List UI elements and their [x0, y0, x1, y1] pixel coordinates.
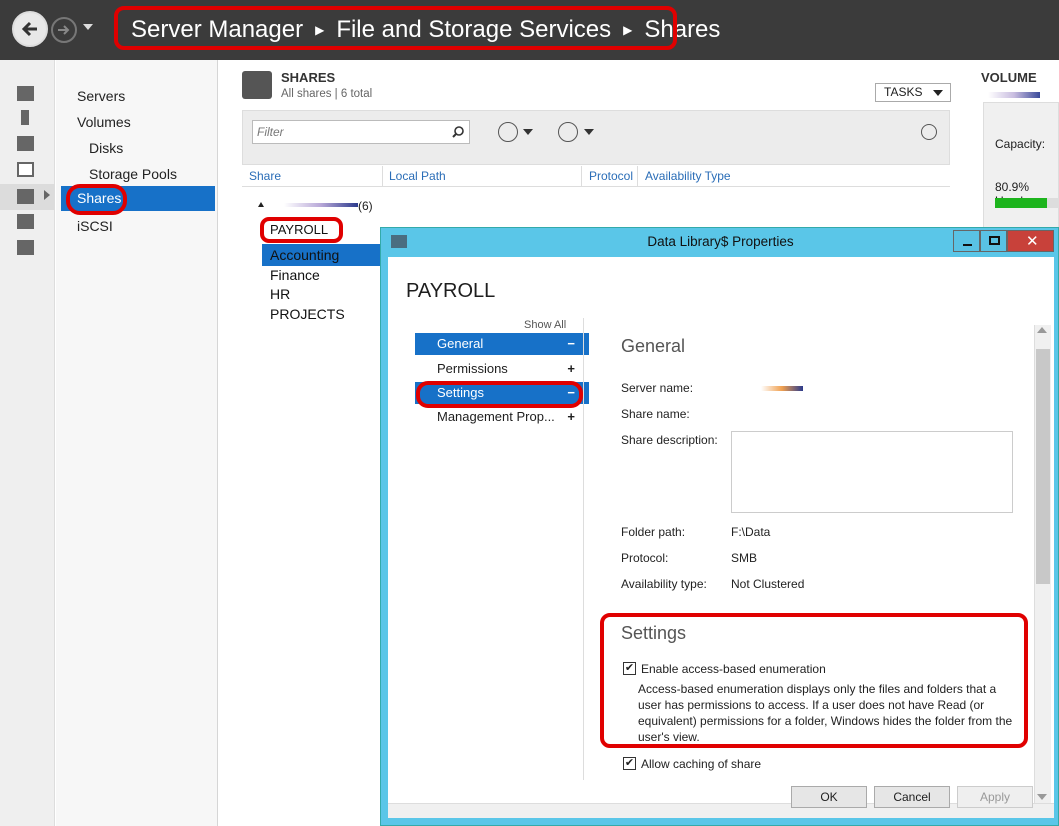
highlight-settings-section [600, 613, 1028, 748]
nav-item-storage-pools[interactable]: Storage Pools [89, 162, 177, 186]
group-count: (6) [358, 199, 373, 213]
availability-value: Not Clustered [731, 577, 805, 591]
highlight-payroll [260, 217, 343, 243]
expand-collapse-icon[interactable] [921, 124, 937, 140]
highlight-settings-nav [416, 381, 583, 408]
show-all-link[interactable]: Show All [524, 319, 566, 331]
share-item-projects[interactable]: PROJECTS [270, 306, 345, 322]
collapse-icon: − [567, 336, 575, 351]
usage-bar-fill [995, 198, 1047, 208]
search-icon [452, 126, 464, 138]
dialog-nav-management-label: Management Prop... [437, 409, 555, 424]
folder-path-value: F:\Data [731, 525, 771, 539]
minimize-icon [963, 244, 972, 246]
list-view-icon[interactable] [498, 122, 518, 142]
tasks-button[interactable]: TASKS [875, 83, 951, 102]
column-header-availability[interactable]: Availability Type [641, 166, 736, 186]
expand-icon: + [567, 361, 575, 376]
scroll-up-icon[interactable] [1037, 327, 1047, 333]
redacted-server-name [284, 203, 358, 207]
shares-subtitle: All shares | 6 total [281, 88, 373, 100]
dialog-nav-general-label: General [437, 336, 484, 351]
nav-pane: Servers Volumes Disks Storage Pools Shar… [56, 60, 218, 826]
apply-button[interactable]: Apply [957, 786, 1033, 808]
nav-item-servers[interactable]: Servers [77, 84, 125, 108]
arrow-left-icon [21, 21, 37, 37]
maximize-button[interactable] [980, 230, 1007, 252]
folder-path-label: Folder path: [621, 525, 686, 539]
column-header-share[interactable]: Share [245, 166, 383, 186]
usage-bar [995, 198, 1059, 208]
caching-checkbox[interactable]: ✔ [623, 757, 636, 770]
dialog-nav-management[interactable]: Management Prop... + [415, 406, 589, 428]
tasks-label: TASKS [884, 85, 923, 99]
chevron-down-icon [933, 90, 943, 96]
close-button[interactable]: ✕ [1007, 230, 1054, 252]
chevron-down-icon[interactable] [584, 129, 594, 135]
all-servers-icon[interactable] [17, 136, 34, 151]
back-button[interactable] [12, 11, 48, 47]
collapse-group-icon[interactable] [258, 202, 264, 207]
maximize-icon [989, 236, 1000, 245]
nav-item-volumes[interactable]: Volumes [77, 110, 131, 134]
dialog-nav-permissions-label: Permissions [437, 361, 508, 376]
protocol-value: SMB [731, 551, 758, 565]
cancel-button[interactable]: Cancel [874, 786, 950, 808]
button-bar [388, 803, 1054, 818]
iis-icon[interactable] [17, 214, 34, 229]
icon-rail [0, 60, 55, 826]
chevron-down-icon[interactable] [523, 129, 533, 135]
server-name-label: Server name: [621, 381, 694, 395]
services-icon[interactable] [17, 240, 34, 255]
save-query-icon[interactable] [558, 122, 578, 142]
share-item-finance[interactable]: Finance [270, 267, 320, 283]
capacity-label: Capacity: [995, 137, 1046, 151]
dialog-scrollbar[interactable] [1034, 325, 1051, 803]
expand-arrow-icon [44, 190, 50, 200]
share-name-label: Share name: [621, 407, 690, 421]
local-server-icon[interactable] [21, 110, 29, 125]
dialog-nav-permissions[interactable]: Permissions + [415, 358, 589, 380]
ok-button[interactable]: OK [791, 786, 867, 808]
share-description-field[interactable] [731, 431, 1013, 513]
column-header-local-path[interactable]: Local Path [385, 166, 582, 186]
volume-title: VOLUME [981, 70, 1037, 85]
share-item-hr[interactable]: HR [270, 286, 290, 302]
dialog-nav-general[interactable]: General − [415, 333, 589, 355]
filter-placeholder: Filter [257, 125, 284, 139]
expand-icon: + [567, 409, 575, 424]
share-item-accounting[interactable]: Accounting [270, 247, 339, 263]
header-divider [242, 186, 950, 187]
dialog-share-name: PAYROLL [406, 280, 496, 302]
protocol-label: Protocol: [621, 551, 669, 565]
close-icon: ✕ [1026, 233, 1039, 250]
redacted-server-name [761, 386, 803, 391]
highlight-breadcrumb [114, 6, 677, 50]
nav-item-disks[interactable]: Disks [89, 136, 123, 160]
redacted-volume-name [988, 92, 1040, 98]
scroll-down-icon[interactable] [1037, 794, 1047, 800]
availability-label: Availability type: [621, 577, 707, 591]
filter-input[interactable]: Filter [252, 120, 470, 144]
nav-item-iscsi[interactable]: iSCSI [77, 214, 113, 238]
forward-button[interactable] [51, 17, 77, 43]
minimize-button[interactable] [953, 230, 980, 252]
nav-divider [583, 318, 584, 780]
file-storage-icon[interactable] [17, 189, 34, 204]
caching-label[interactable]: Allow caching of share [641, 757, 761, 771]
arrow-right-icon [58, 25, 70, 35]
window-icon[interactable] [17, 162, 34, 177]
highlight-shares [66, 184, 127, 215]
column-header-protocol[interactable]: Protocol [585, 166, 638, 186]
shares-folder-icon [242, 71, 272, 99]
scrollbar-thumb[interactable] [1036, 349, 1050, 584]
share-description-label: Share description: [621, 433, 718, 447]
history-dropdown-icon[interactable] [83, 24, 93, 30]
dashboard-icon[interactable] [17, 86, 34, 101]
general-header: General [621, 336, 686, 356]
shares-title: SHARES [281, 70, 336, 85]
